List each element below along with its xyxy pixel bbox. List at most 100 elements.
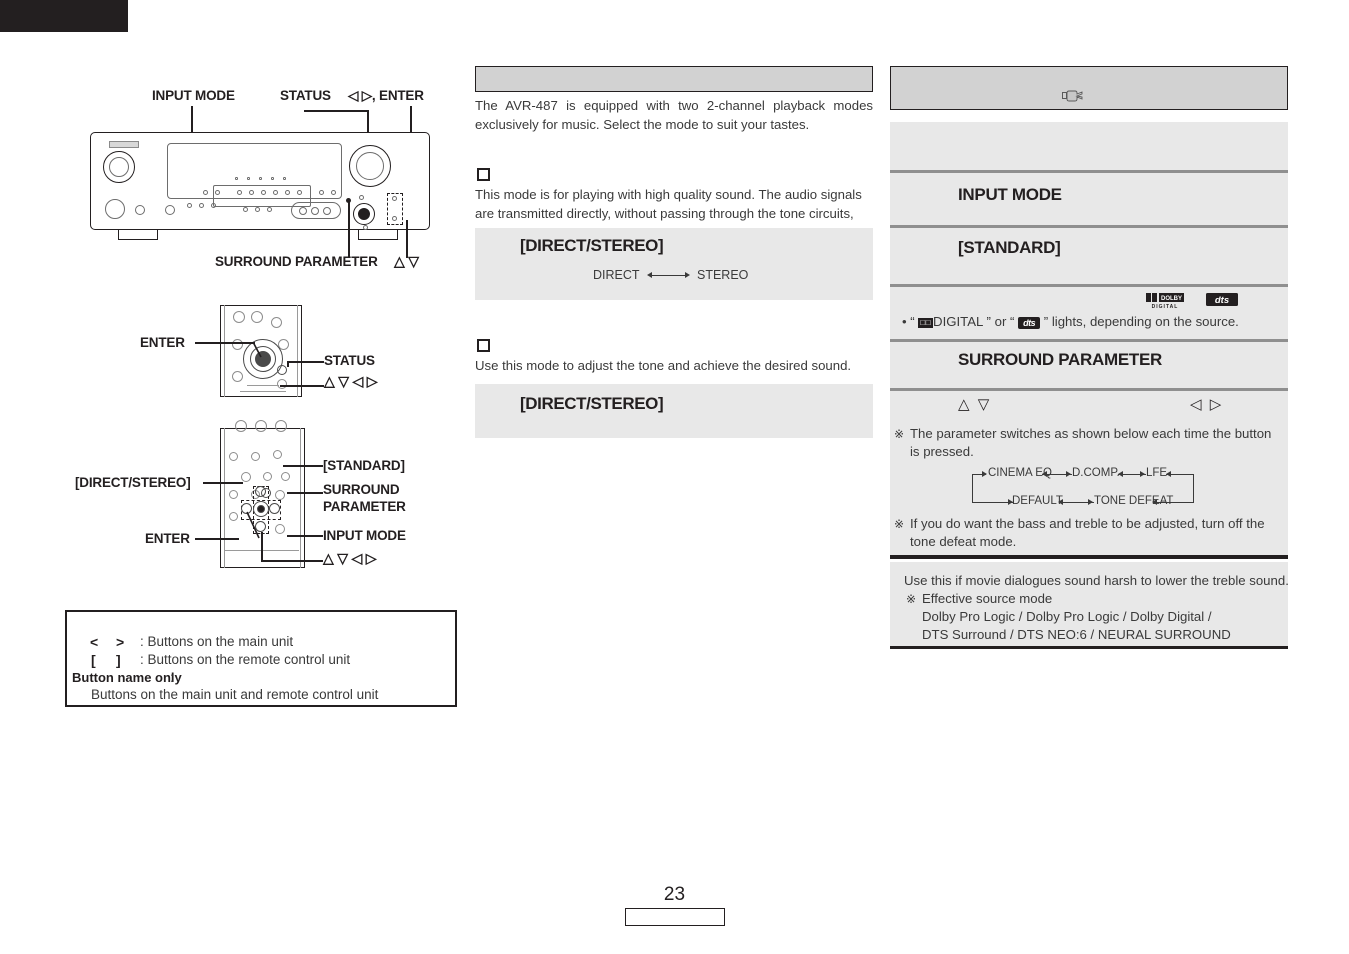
section-parameter-body: △ ▽ ◁ ▷ ※ The parameter switches as show…	[890, 391, 1288, 555]
legend-box: < > : Buttons on the main unit [ ] : But…	[65, 610, 457, 707]
section2-mode-box: [DIRECT/STEREO]	[475, 384, 873, 438]
center-intro-text: The AVR-487 is equipped with two 2-chann…	[475, 98, 873, 132]
legend-row-both: Buttons on the main unit and remote cont…	[91, 687, 379, 702]
remote-figure-bottom: [STANDARD] SURROUND PARAMETER INPUT MODE…	[75, 420, 440, 573]
leader-standard	[283, 465, 323, 467]
leader-input-mode-remote	[287, 535, 323, 537]
inline-dolby-mark: □□	[918, 317, 934, 328]
page-footer-rule	[625, 908, 725, 926]
callout-input-mode: INPUT MODE	[152, 88, 235, 103]
section-footer-note: Use this if movie dialogues sound harsh …	[890, 562, 1289, 646]
callout-direct-stereo-remote: [DIRECT/STEREO]	[75, 475, 191, 490]
volume-knob-left	[103, 151, 135, 183]
leader-enter-remote-h	[195, 538, 239, 540]
flow-dcomp: D.COMP.	[1070, 467, 1122, 479]
section-input-mode: INPUT MODE	[890, 173, 1288, 225]
section-standard: [STANDARD]	[890, 228, 1288, 284]
center-header-bar	[475, 66, 873, 92]
section-logo-note: DOLBY DIGITAL dts • “ □□ DIGITAL ” or “ d…	[890, 287, 1288, 339]
page-number: 23	[663, 884, 686, 905]
page-edge-tab	[0, 0, 128, 32]
legend-angle-open: <	[90, 634, 99, 650]
footer-note-line3: Dolby Pro Logic / Dolby Pro Logic / Dolb…	[922, 609, 1212, 624]
legend-bracket-open: [	[91, 652, 96, 668]
param-arrows-up-down: △ ▽	[958, 396, 992, 413]
section2-box-title: [DIRECT/STEREO]	[520, 394, 664, 413]
section-title-standard: [STANDARD]	[958, 238, 1061, 257]
logo-note-quote-close: ”	[986, 314, 991, 329]
logo-note-bullet: •	[902, 314, 907, 329]
logo-note-line: • “ □□ DIGITAL ” or “ dts ” lights, depen…	[902, 313, 1239, 331]
footer-note-line4: DTS Surround / DTS NEO:6 / NEURAL SURROU…	[922, 627, 1231, 642]
legend-row-remote: : Buttons on the remote control unit	[140, 652, 351, 667]
svg-text:DOLBY: DOLBY	[1161, 296, 1182, 302]
section1-mode-box: [DIRECT/STEREO] DIRECT STEREO	[475, 228, 873, 300]
dts-logo: dts	[1206, 293, 1238, 307]
flow-arrow-head-right	[685, 272, 690, 278]
inline-dts-mark: dts	[1018, 316, 1041, 329]
parameter-flow-diagram: CINEMA EQ D.COMP. LFE DEFAULT TONE DEFEA…	[972, 467, 1204, 511]
leader-cursor-remote-h	[261, 560, 323, 562]
callout-remote-status: STATUS	[324, 353, 375, 368]
logo-note-or: or	[994, 314, 1007, 329]
receiver-chassis	[90, 132, 430, 230]
flow-arrow-head-left	[647, 272, 652, 278]
callout-remote-cursor: △ ▽ ◁ ▷	[324, 373, 378, 389]
dolby-digital-logo: DOLBY DIGITAL	[1146, 293, 1186, 309]
remote-figure-top: ENTER STATUS △ ▽ ◁ ▷	[140, 305, 440, 400]
flow-arrow-line	[650, 275, 688, 277]
legend-colon: :	[170, 670, 174, 685]
logo-note-dolby-text: DIGITAL	[933, 314, 983, 329]
callout-input-mode-remote: INPUT MODE	[323, 528, 406, 543]
flow-tone-defeat: TONE DEFEAT	[1092, 495, 1176, 507]
leader-dot-surround-param	[346, 198, 351, 203]
note2-text: If you do want the bass and treble to be…	[910, 516, 1265, 549]
leader-cursor-remote-v	[261, 532, 263, 560]
footer-note-line2: Effective source mode	[922, 591, 1053, 606]
flow-default: DEFAULT	[1010, 495, 1065, 507]
logo-note-suffix: lights, depending on the source.	[1051, 314, 1239, 329]
legend-button-name-only: Button name only	[72, 670, 182, 685]
manual-page: INPUT MODE STATUS ◁ ▷, ENTER SURROUND PA…	[0, 0, 1349, 954]
callout-remote-enter: ENTER	[140, 335, 185, 350]
leader-remote-cursor	[280, 385, 324, 387]
section-surround-parameter: SURROUND PARAMETER	[890, 342, 1288, 388]
legend-angle-close: >	[116, 634, 125, 650]
section-title-input-mode: INPUT MODE	[958, 185, 1062, 204]
legend-bracket-close: ]	[116, 652, 121, 668]
note1-text: The parameter switches as shown below ea…	[910, 426, 1272, 459]
callout-cursor-enter: ◁ ▷, ENTER	[348, 88, 424, 103]
callout-standard: [STANDARD]	[323, 458, 405, 473]
svg-text:dts: dts	[1215, 295, 1229, 306]
logo-note-quote-open: “	[910, 314, 915, 329]
brand-logo-plate	[109, 141, 139, 148]
callout-cursor-remote: △ ▽ ◁ ▷	[323, 550, 377, 566]
flow-label-stereo: STEREO	[697, 268, 749, 282]
callout-up-down-arrows: △ ▽	[394, 253, 419, 269]
main-unit-figure: INPUT MODE STATUS ◁ ▷, ENTER SURROUND PA…	[90, 88, 440, 270]
leader-status-h	[304, 110, 368, 112]
rule-below-footer-note	[890, 646, 1288, 649]
leader-surround	[287, 492, 323, 494]
section-title-surround-parameter: SURROUND PARAMETER	[958, 350, 1162, 369]
callout-status: STATUS	[280, 88, 331, 103]
svg-text:DIGITAL: DIGITAL	[1152, 304, 1179, 309]
master-volume-knob	[349, 145, 391, 187]
logo-note-quote-close-2: ”	[1043, 314, 1049, 329]
note2-symbol: ※	[894, 517, 905, 531]
section2-description: Use this mode to adjust the tone and ach…	[475, 358, 852, 373]
legend-row-main-unit: : Buttons on the main unit	[140, 634, 294, 649]
section1-heading-marker	[477, 168, 490, 181]
rule-above-footer-note	[890, 555, 1288, 559]
flow-label-direct: DIRECT	[593, 268, 640, 282]
callout-enter-remote: ENTER	[145, 531, 190, 546]
hand-icon-band	[890, 122, 1288, 170]
callout-surround-1: SURROUND	[323, 482, 400, 497]
footer-note-symbol: ※	[906, 592, 917, 606]
note1-symbol: ※	[894, 427, 905, 441]
param-arrows-left-right: ◁ ▷	[1190, 396, 1224, 413]
leader-remote-status	[288, 361, 324, 363]
callout-surround-parameter: SURROUND PARAMETER	[215, 254, 378, 269]
callout-surround-2: PARAMETER	[323, 499, 406, 514]
right-header-bar	[890, 66, 1288, 110]
